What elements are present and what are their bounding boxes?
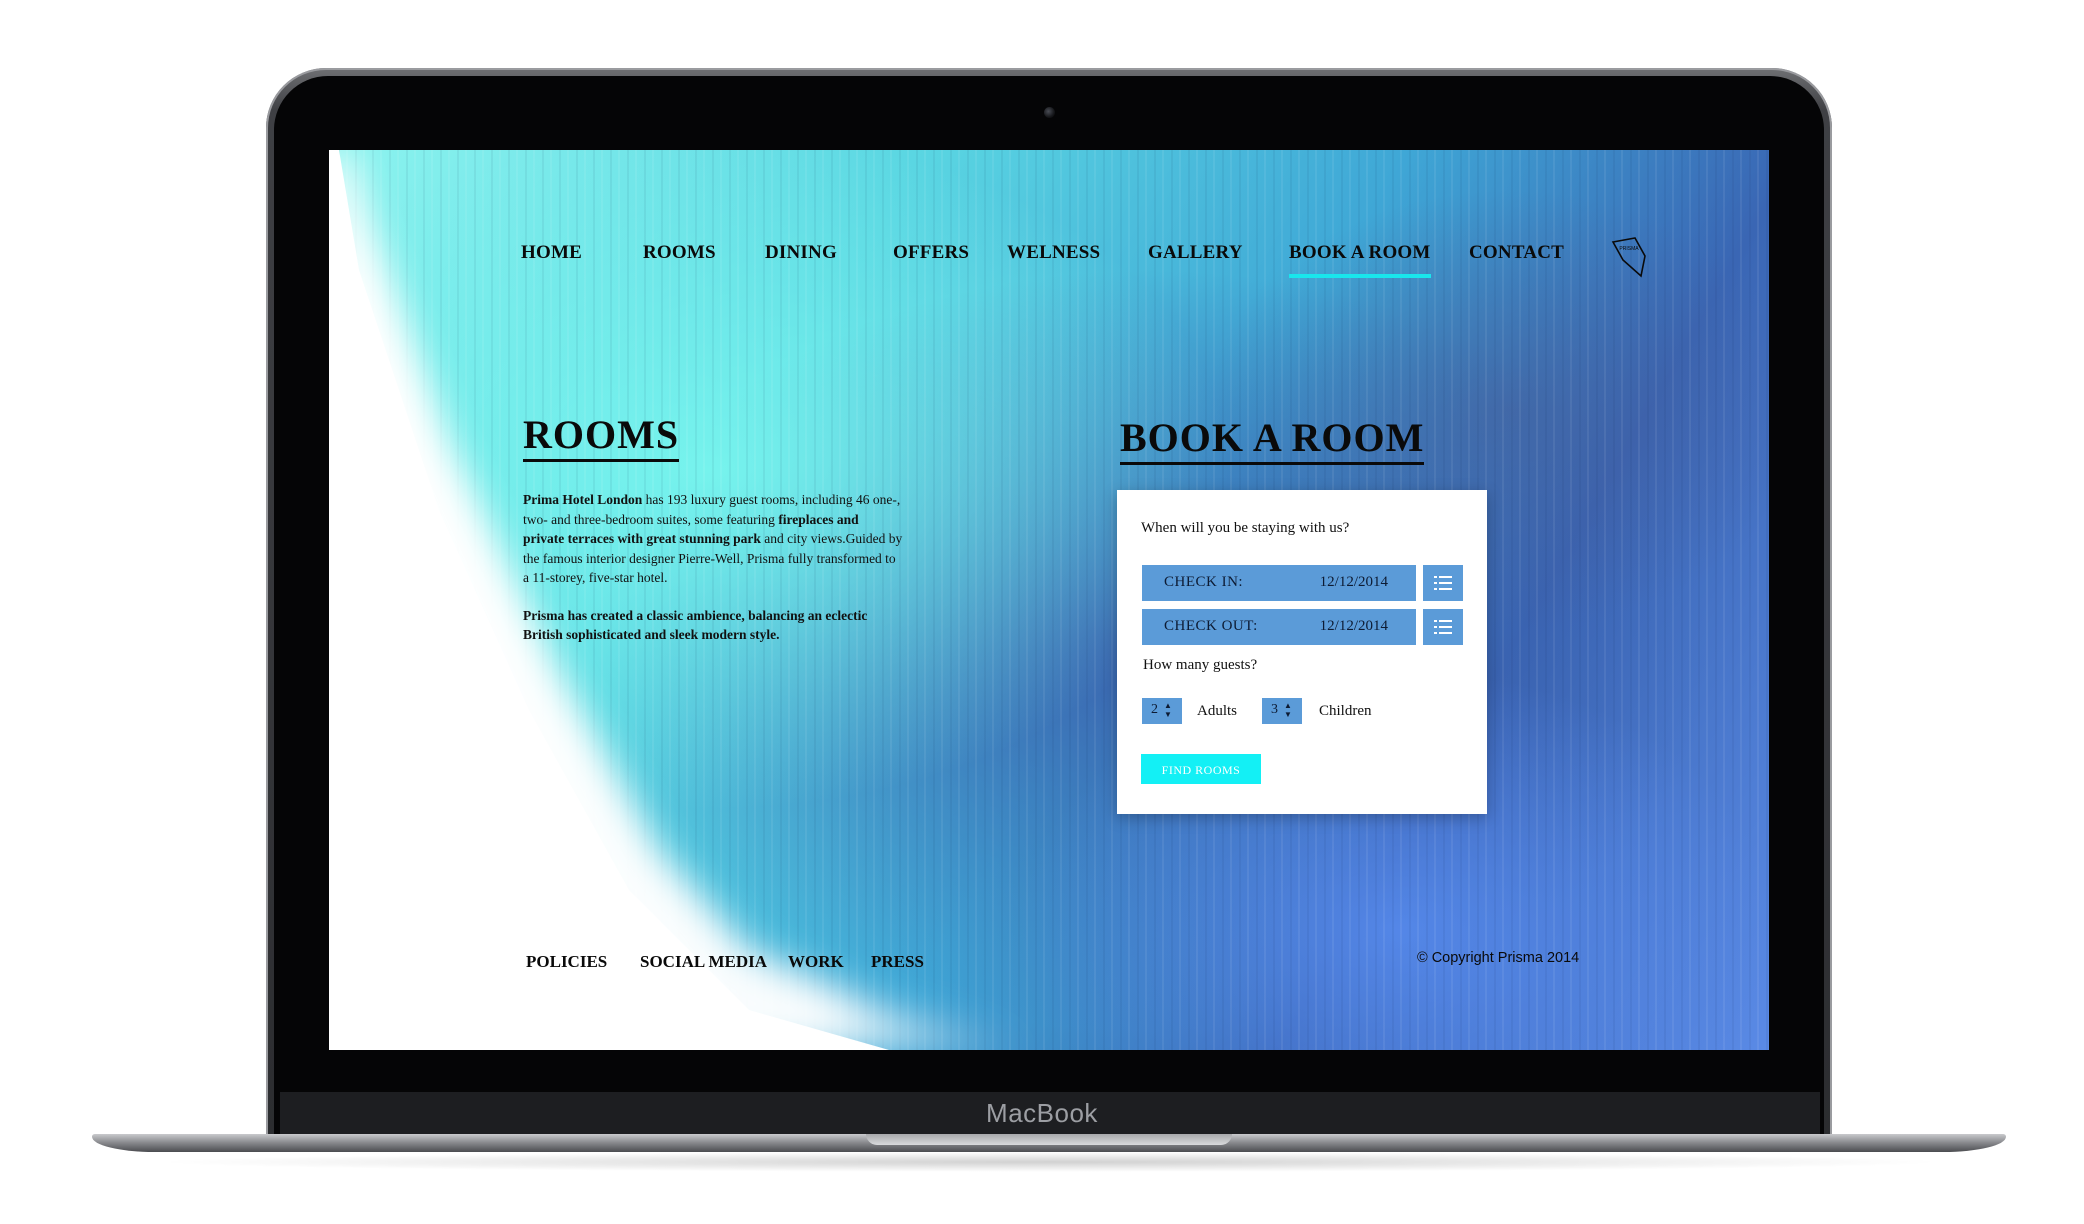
footer-work-link[interactable]: WORK bbox=[788, 952, 844, 972]
children-stepper[interactable]: 3 ▲ ▼ bbox=[1262, 698, 1302, 724]
find-rooms-button[interactable]: FIND ROOMS bbox=[1141, 754, 1261, 784]
nav-offers[interactable]: OFFERS bbox=[893, 242, 969, 264]
footer-policies-link[interactable]: POLICIES bbox=[526, 952, 607, 972]
book-a-room-heading: BOOK A ROOM bbox=[1120, 416, 1425, 465]
rooms-text-p2: Prisma has created a classic ambience, b… bbox=[523, 607, 868, 643]
nav-rooms[interactable]: ROOMS bbox=[643, 242, 716, 264]
hotel-name: Prima Hotel London bbox=[523, 492, 643, 507]
logo-text: PRISMA bbox=[1619, 246, 1639, 252]
nav-dining[interactable]: DINING bbox=[765, 242, 837, 264]
stay-question: When will you be staying with us? bbox=[1141, 520, 1350, 536]
footer-social-media-link[interactable]: SOCIAL MEDIA bbox=[640, 952, 767, 972]
children-label: Children bbox=[1319, 703, 1372, 719]
rooms-description: Prima Hotel London has 193 luxury guest … bbox=[523, 490, 903, 663]
rooms-heading: ROOMS bbox=[523, 413, 680, 462]
stepper-arrows-icon: ▲ ▼ bbox=[1164, 701, 1172, 719]
copyright-text: © Copyright Prisma 2014 bbox=[1417, 950, 1580, 966]
booking-form-card: When will you be staying with us? CHECK … bbox=[1117, 490, 1487, 814]
laptop-base-notch bbox=[866, 1134, 1232, 1145]
adults-stepper[interactable]: 2 ▲ ▼ bbox=[1142, 698, 1182, 724]
rooms-paragraph-2: Prisma has created a classic ambience, b… bbox=[523, 606, 903, 645]
check-out-field[interactable]: CHECK OUT: 12/12/2014 bbox=[1142, 609, 1416, 645]
check-in-value: 12/12/2014 bbox=[1319, 574, 1388, 590]
main-nav: HOME ROOMS DINING OFFERS WELNESS GALLERY… bbox=[329, 242, 1769, 292]
stepper-arrows-icon: ▲ ▼ bbox=[1284, 701, 1292, 719]
adults-label: Adults bbox=[1197, 703, 1238, 719]
list-icon bbox=[1434, 620, 1452, 634]
device-brand-label: MacBook bbox=[986, 1098, 1098, 1128]
nav-contact[interactable]: CONTACT bbox=[1469, 242, 1564, 264]
laptop-shadow bbox=[150, 1152, 1950, 1172]
check-in-field[interactable]: CHECK IN: 12/12/2014 bbox=[1142, 565, 1416, 601]
check-out-label: CHECK OUT: bbox=[1164, 618, 1258, 634]
guests-question: How many guests? bbox=[1143, 657, 1258, 673]
check-out-calendar-button[interactable] bbox=[1423, 609, 1463, 645]
nav-gallery[interactable]: GALLERY bbox=[1148, 242, 1243, 264]
prisma-logo-icon[interactable]: PRISMA bbox=[1609, 234, 1649, 280]
list-icon bbox=[1434, 576, 1452, 590]
rooms-paragraph-1: Prima Hotel London has 193 luxury guest … bbox=[523, 490, 903, 588]
nav-welness[interactable]: WELNESS bbox=[1007, 242, 1100, 264]
website-screen: HOME ROOMS DINING OFFERS WELNESS GALLERY… bbox=[329, 150, 1769, 1050]
check-in-label: CHECK IN: bbox=[1164, 574, 1244, 590]
nav-book-a-room[interactable]: BOOK A ROOM bbox=[1289, 242, 1431, 278]
check-in-calendar-button[interactable] bbox=[1423, 565, 1463, 601]
adults-value: 2 bbox=[1151, 702, 1158, 717]
camera-icon bbox=[1044, 107, 1055, 118]
footer-press-link[interactable]: PRESS bbox=[871, 952, 924, 972]
nav-home[interactable]: HOME bbox=[521, 242, 582, 264]
check-out-value: 12/12/2014 bbox=[1319, 618, 1388, 634]
children-value: 3 bbox=[1271, 702, 1278, 717]
